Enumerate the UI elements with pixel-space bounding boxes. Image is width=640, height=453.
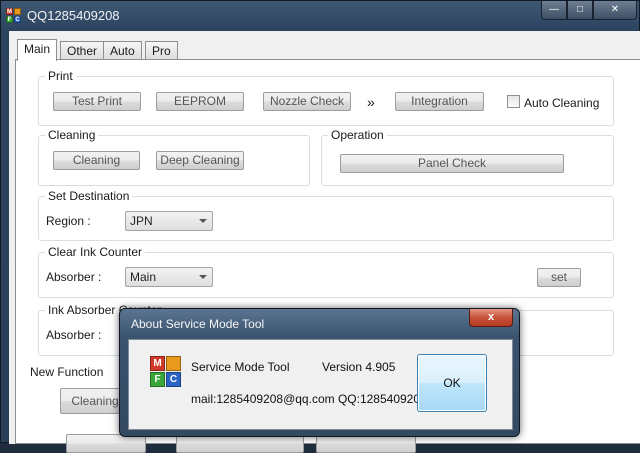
ok-button[interactable]: OK <box>417 354 487 412</box>
icon-block <box>14 8 21 15</box>
window-title: QQ1285409208 <box>27 8 120 23</box>
title-bar[interactable]: M F C QQ1285409208 — □ ✕ <box>1 1 639 31</box>
auto-cleaning-checkbox[interactable] <box>507 95 520 108</box>
set-destination-group: Set Destination Region : JPN <box>38 189 614 241</box>
absorber-select-value: Main <box>130 270 157 284</box>
new-function-title: New Function <box>30 365 104 379</box>
caption-buttons: — □ ✕ <box>541 1 637 20</box>
maximize-button[interactable]: □ <box>567 1 593 20</box>
arrow-indicator: » <box>367 94 375 110</box>
operation-group-title: Operation <box>328 128 387 142</box>
close-button[interactable]: ✕ <box>593 1 637 20</box>
absorber-label: Absorber : <box>46 270 102 284</box>
dialog-title: About Service Mode Tool <box>131 317 265 331</box>
app-logo-icon: M F C <box>150 356 182 388</box>
dialog-contact: mail:1285409208@qq.com QQ:1285409208 <box>191 392 427 406</box>
dialog-close-button[interactable]: x <box>469 309 513 327</box>
tab-auto[interactable]: Auto <box>103 41 142 60</box>
region-label: Region : <box>46 214 91 228</box>
absorber-select[interactable]: Main <box>125 267 213 287</box>
test-print-button[interactable]: Test Print <box>53 92 141 111</box>
icon-block: C <box>14 16 21 23</box>
tab-pro[interactable]: Pro <box>145 41 178 60</box>
cleaning-group-title: Cleaning <box>45 128 99 142</box>
icon-block: M <box>6 8 13 15</box>
set-destination-group-title: Set Destination <box>45 189 133 203</box>
chevron-down-icon <box>199 275 207 279</box>
eeprom-button[interactable]: EEPROM <box>156 92 244 111</box>
cleaning-group: Cleaning Cleaning Deep Cleaning <box>38 128 310 186</box>
minimize-button[interactable]: — <box>541 1 567 20</box>
cleaning-button[interactable]: Cleaning <box>53 151 140 170</box>
nozzle-check-button[interactable]: Nozzle Check <box>263 92 351 111</box>
dialog-app-name: Service Mode Tool <box>191 360 290 374</box>
chevron-down-icon <box>199 219 207 223</box>
logo-block: C <box>166 372 181 387</box>
app-icon: M F C <box>6 8 22 24</box>
tab-other[interactable]: Other <box>60 41 105 60</box>
dialog-client: M F C Service Mode Tool Version 4.905 ma… <box>128 339 513 430</box>
clear-ink-counter-group: Clear Ink Counter Absorber : Main set <box>38 245 614 298</box>
logo-block: F <box>150 372 165 387</box>
auto-cleaning-label: Auto Cleaning <box>524 96 600 110</box>
icon-block: F <box>6 16 13 23</box>
logo-block: M <box>150 356 165 371</box>
set-button[interactable]: set <box>537 268 581 287</box>
print-group-title: Print <box>45 69 76 83</box>
operation-group: Operation Panel Check <box>321 128 614 186</box>
region-select-value: JPN <box>130 214 153 228</box>
tab-main[interactable]: Main <box>17 39 58 61</box>
panel-check-button[interactable]: Panel Check <box>340 154 564 173</box>
ink-absorber-label: Absorber : <box>46 328 102 342</box>
dialog-version: Version 4.905 <box>322 360 396 374</box>
about-dialog: About Service Mode Tool x M F C Service … <box>119 308 520 437</box>
deep-cleaning-button[interactable]: Deep Cleaning <box>156 151 244 170</box>
logo-block <box>166 356 181 371</box>
clear-ink-counter-group-title: Clear Ink Counter <box>45 245 146 259</box>
region-select[interactable]: JPN <box>125 211 213 231</box>
print-group: Print Test Print EEPROM Nozzle Check » I… <box>38 69 614 126</box>
integration-button[interactable]: Integration <box>395 92 484 111</box>
